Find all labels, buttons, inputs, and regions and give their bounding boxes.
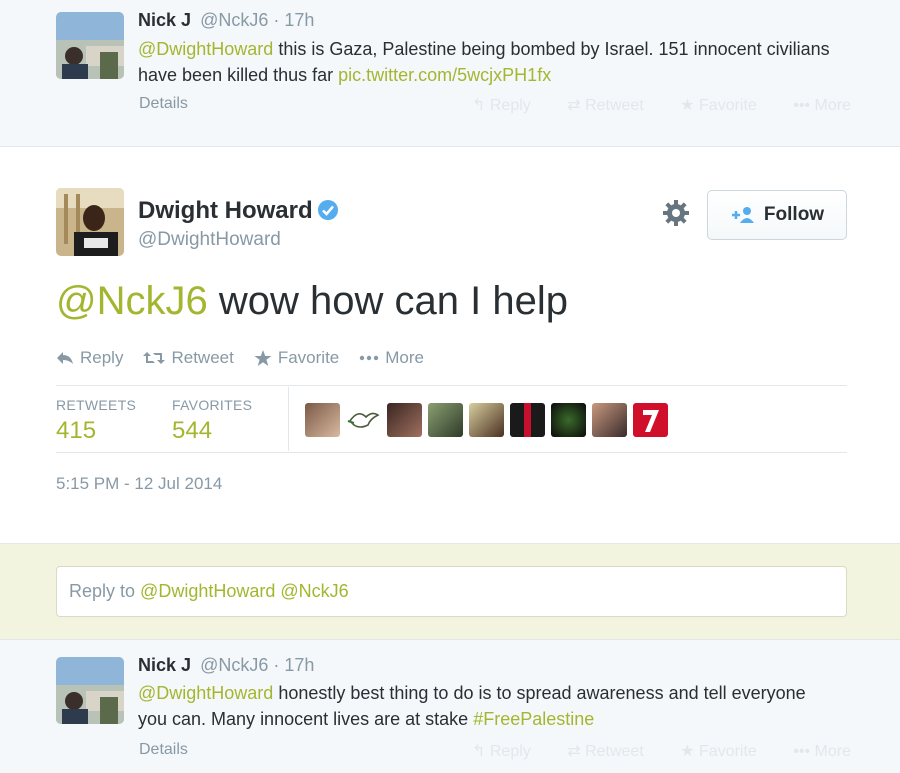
- favoriter-avatar[interactable]: [592, 403, 627, 437]
- favorite-button[interactable]: Favorite: [254, 348, 339, 368]
- details-link[interactable]: Details: [139, 741, 188, 759]
- author-handle-time[interactable]: @NckJ6 · 17h: [200, 10, 314, 30]
- mention-link[interactable]: @DwightHoward: [138, 39, 273, 59]
- hashtag-link[interactable]: #FreePalestine: [473, 709, 594, 729]
- gear-icon[interactable]: [662, 199, 690, 227]
- divider: [288, 387, 289, 451]
- favoriter-avatar[interactable]: [305, 403, 340, 437]
- more-button[interactable]: More: [359, 348, 424, 368]
- author-name[interactable]: Nick J: [138, 10, 191, 30]
- favoriter-avatars: [305, 403, 668, 437]
- retweet-button[interactable]: Retweet: [143, 348, 234, 368]
- tweet-actions: Reply Retweet Favorite More: [56, 348, 424, 368]
- author-handle-time[interactable]: @NckJ6 · 17h: [200, 655, 314, 675]
- verified-icon: [317, 199, 339, 221]
- tweet-top: Nick J @NckJ6 · 17h @DwightHoward this i…: [0, 0, 900, 146]
- avatar[interactable]: [56, 188, 124, 256]
- favorite-action[interactable]: ★ Favorite: [680, 97, 773, 114]
- reply-action[interactable]: ↰ Reply: [472, 97, 547, 114]
- tweet-text: @DwightHoward honestly best thing to do …: [138, 683, 806, 729]
- favoriter-avatar[interactable]: [510, 403, 545, 437]
- mention-link[interactable]: @NckJ6: [56, 279, 208, 323]
- avatar[interactable]: [56, 12, 124, 79]
- favoriter-avatar[interactable]: [428, 403, 463, 437]
- follow-button[interactable]: Follow: [707, 190, 847, 240]
- reply-region: Reply to @DwightHoward @NckJ6: [0, 544, 900, 640]
- favoriter-avatar[interactable]: [469, 403, 504, 437]
- retweet-action[interactable]: ⇄ Retweet: [567, 97, 660, 114]
- retweets-stat[interactable]: RETWEETS 415: [56, 397, 136, 445]
- more-icon: [359, 355, 379, 361]
- tweet-text: @DwightHoward this is Gaza, Palestine be…: [138, 39, 830, 85]
- author-name[interactable]: Dwight Howard: [138, 197, 339, 225]
- timestamp[interactable]: 5:15 PM - 12 Jul 2014: [56, 474, 222, 494]
- favoriter-avatar[interactable]: [346, 403, 381, 437]
- more-action[interactable]: ••• More: [793, 743, 867, 760]
- retweet-action[interactable]: ⇄ Retweet: [567, 743, 660, 760]
- tweet-bottom: Nick J @NckJ6 · 17h @DwightHoward honest…: [0, 640, 900, 773]
- reply-action[interactable]: ↰ Reply: [472, 743, 547, 760]
- pic-link[interactable]: pic.twitter.com/5wcjxPH1fx: [338, 65, 551, 85]
- tweet-text: @NckJ6 wow how can I help: [56, 279, 568, 323]
- more-action[interactable]: ••• More: [793, 97, 867, 114]
- reply-icon: [56, 351, 74, 365]
- favorites-stat[interactable]: FAVORITES 544: [172, 397, 252, 445]
- divider: [56, 452, 847, 453]
- favoriter-avatar[interactable]: [551, 403, 586, 437]
- mention-link[interactable]: @DwightHoward: [138, 683, 273, 703]
- add-user-icon: [730, 206, 756, 224]
- tweet-actions: ↰ Reply ⇄ Retweet ★ Favorite ••• More: [472, 95, 883, 115]
- reply-input[interactable]: Reply to @DwightHoward @NckJ6: [56, 566, 847, 617]
- author-handle[interactable]: @DwightHoward: [138, 229, 281, 251]
- reply-button[interactable]: Reply: [56, 348, 123, 368]
- avatar[interactable]: [56, 657, 124, 724]
- retweet-icon: [143, 351, 166, 365]
- favoriter-avatar[interactable]: [633, 403, 668, 437]
- tweet-actions: ↰ Reply ⇄ Retweet ★ Favorite ••• More: [472, 741, 883, 761]
- favorite-action[interactable]: ★ Favorite: [680, 743, 773, 760]
- favoriter-avatar[interactable]: [387, 403, 422, 437]
- author-name[interactable]: Nick J: [138, 655, 191, 675]
- favorite-icon: [254, 349, 272, 367]
- main-tweet: Dwight Howard @DwightHoward Follow @NckJ…: [0, 146, 900, 544]
- details-link[interactable]: Details: [139, 95, 188, 113]
- divider: [56, 385, 847, 386]
